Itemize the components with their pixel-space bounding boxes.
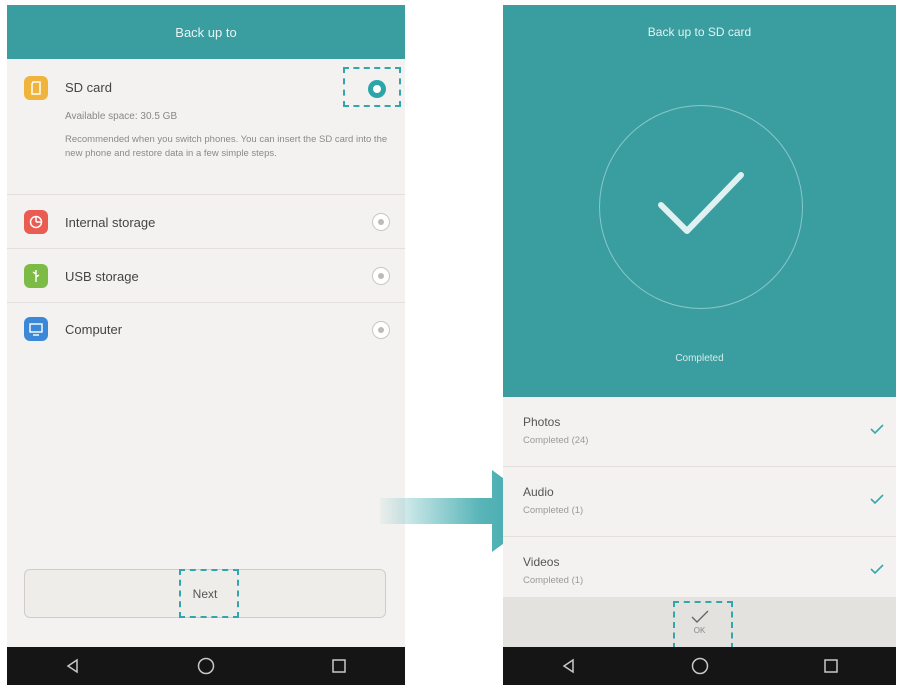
header-title: Back up to	[175, 24, 237, 40]
option-description: Recommended when you switch phones. You …	[65, 134, 388, 159]
radio-usb-storage[interactable]	[372, 267, 390, 285]
highlight-done-box	[673, 601, 733, 649]
option-internal-storage[interactable]: Internal storage	[7, 195, 405, 249]
list-item: Audio Completed (1)	[503, 467, 896, 537]
check-icon	[870, 424, 884, 435]
monitor-icon	[24, 317, 48, 341]
highlight-radio-box	[343, 67, 401, 107]
usb-icon	[24, 264, 48, 288]
list-item: Photos Completed (24)	[503, 397, 896, 467]
header-bar: Back up to	[7, 5, 405, 59]
option-title: SD card	[65, 80, 112, 95]
home-circle-icon[interactable]	[680, 647, 720, 685]
recents-square-icon[interactable]	[319, 647, 359, 685]
status-text: Completed	[675, 353, 724, 364]
recents-square-icon[interactable]	[811, 647, 851, 685]
navigation-bar	[503, 647, 896, 685]
navigation-bar	[7, 647, 405, 685]
item-subtitle: Completed (1)	[523, 575, 584, 586]
option-title: Computer	[65, 322, 123, 337]
item-title: Photos	[523, 415, 561, 429]
completion-panel: Back up to SD card Completed	[503, 5, 896, 397]
item-title: Videos	[523, 555, 560, 569]
option-subtitle: Available space: 30.5 GB	[65, 111, 178, 122]
item-subtitle: Completed (24)	[523, 435, 589, 446]
home-circle-icon[interactable]	[186, 647, 226, 685]
option-title: USB storage	[65, 269, 139, 284]
backup-destination-screen: Back up to SD card Available space: 30.5…	[7, 5, 405, 685]
sd-card-icon	[24, 76, 48, 100]
back-triangle-icon[interactable]	[549, 647, 589, 685]
highlight-next-box	[179, 569, 239, 618]
option-title: Internal storage	[65, 215, 156, 230]
header-title: Back up to SD card	[647, 25, 752, 39]
radio-computer[interactable]	[372, 321, 390, 339]
backup-progress-screen: Back up to SD card Completed Photos Comp…	[503, 5, 896, 685]
check-icon	[870, 564, 884, 575]
radio-internal-storage[interactable]	[372, 213, 390, 231]
storage-pie-icon	[24, 210, 48, 234]
item-subtitle: Completed (1)	[523, 505, 584, 516]
option-usb-storage[interactable]: USB storage	[7, 249, 405, 303]
option-computer[interactable]: Computer	[7, 303, 405, 357]
item-title: Audio	[523, 485, 554, 499]
big-check-icon	[658, 172, 744, 234]
check-icon	[870, 494, 884, 505]
back-triangle-icon[interactable]	[53, 647, 93, 685]
